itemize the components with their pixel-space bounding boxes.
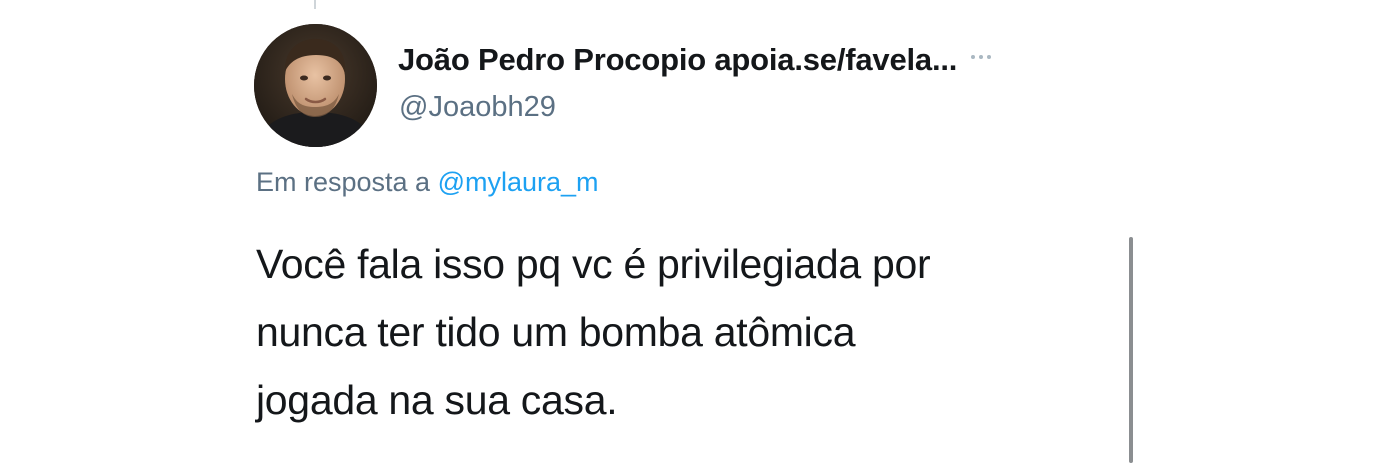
profile-photo-icon <box>254 24 377 147</box>
reply-mention-link[interactable]: @mylaura_m <box>438 167 599 197</box>
reply-context: Em resposta a @mylaura_m <box>256 167 599 198</box>
tweet-text-line: jogada na sua casa. <box>256 377 618 423</box>
scrollbar[interactable] <box>1129 237 1133 463</box>
ellipsis-dot <box>979 55 984 59</box>
author-display-name[interactable]: João Pedro Procopio apoia.se/favela... <box>398 42 957 78</box>
tweet-text-line: Você fala isso pq vc é privilegiada por <box>256 241 931 287</box>
reply-prefix: Em resposta a <box>256 167 431 197</box>
ellipsis-dot <box>987 55 992 59</box>
thread-connector <box>314 0 316 9</box>
ellipsis-dot <box>971 55 976 59</box>
tweet-text: Você fala isso pq vc é privilegiada por … <box>256 230 1116 434</box>
avatar[interactable] <box>254 24 377 147</box>
ellipsis-icon[interactable] <box>971 55 992 59</box>
author-row: João Pedro Procopio apoia.se/favela... <box>398 42 992 78</box>
author-handle[interactable]: @Joaobh29 <box>399 91 556 124</box>
tweet-text-line: nunca ter tido um bomba atômica <box>256 309 856 355</box>
